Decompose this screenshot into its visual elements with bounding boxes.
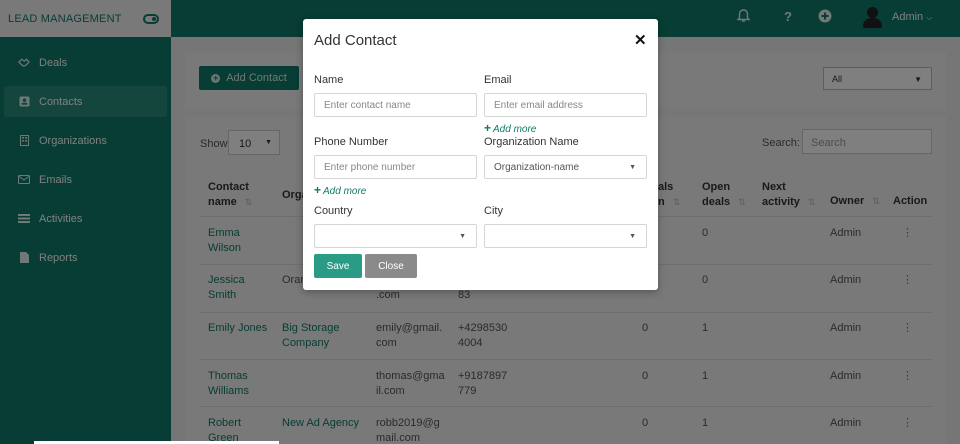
caret-down-icon: ▼ <box>629 233 636 240</box>
close-icon[interactable]: ✕ <box>634 31 647 49</box>
close-button[interactable]: Close <box>365 254 417 278</box>
add-more-phone-link[interactable]: + Add more <box>314 183 366 197</box>
country-label: Country <box>314 205 353 217</box>
email-input[interactable]: Enter email address <box>484 93 647 117</box>
plus-icon: + <box>314 183 322 197</box>
caret-down-icon: ▼ <box>629 164 636 171</box>
organization-label: Organization Name <box>484 136 579 148</box>
name-label: Name <box>314 74 344 86</box>
name-input[interactable]: Enter contact name <box>314 93 477 117</box>
organization-select[interactable]: Organization-name ▼ <box>484 155 647 179</box>
country-select[interactable]: ▼ <box>314 224 477 248</box>
caret-down-icon: ▼ <box>459 233 466 240</box>
modal-title: Add Contact <box>314 32 397 49</box>
plus-icon: + <box>484 121 492 135</box>
save-button[interactable]: Save <box>314 254 362 278</box>
phone-label: Phone Number <box>314 136 388 148</box>
city-select[interactable]: ▼ <box>484 224 647 248</box>
email-label: Email <box>484 74 512 86</box>
phone-input[interactable]: Enter phone number <box>314 155 477 179</box>
add-contact-modal: Add Contact ✕ Name Enter contact name Em… <box>303 19 658 290</box>
city-label: City <box>484 205 503 217</box>
add-more-email-link[interactable]: + Add more <box>484 121 536 135</box>
